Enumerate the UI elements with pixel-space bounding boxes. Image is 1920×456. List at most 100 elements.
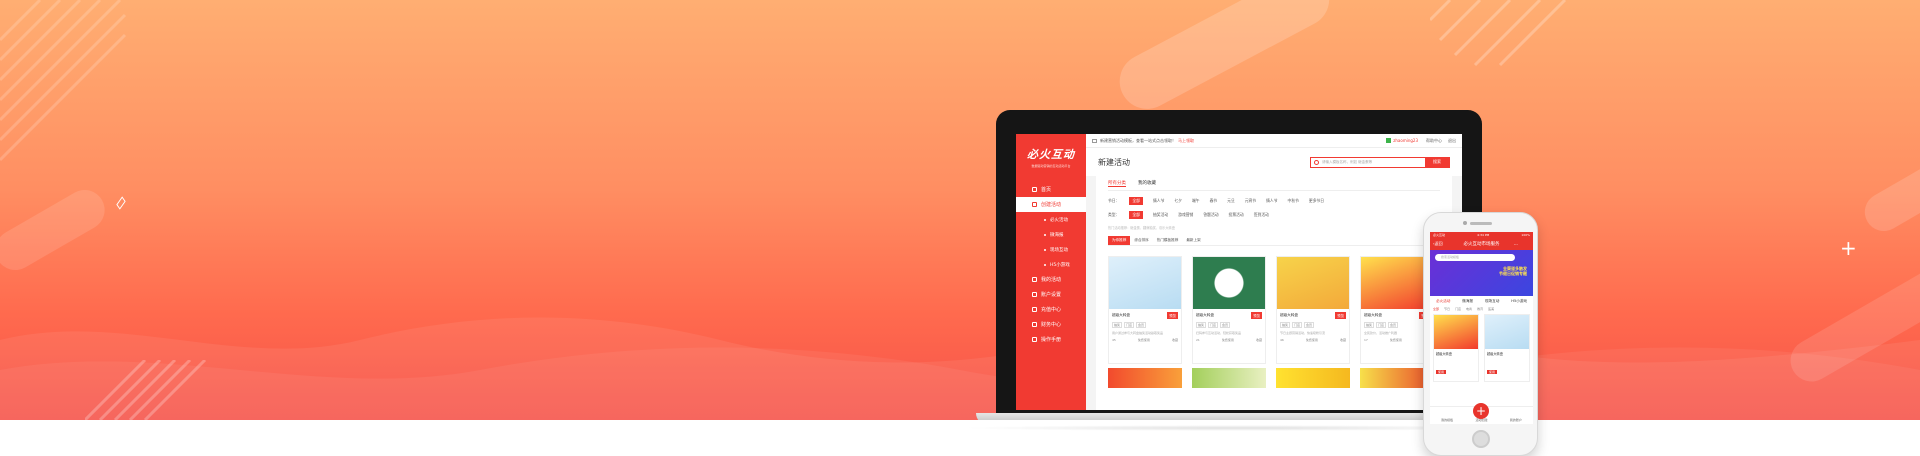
- filter-option[interactable]: 元旦: [1227, 198, 1235, 204]
- use-button[interactable]: 使用: [1436, 370, 1447, 374]
- filter-option[interactable]: 春节: [1210, 198, 1218, 204]
- filter-option[interactable]: 七夕: [1174, 198, 1182, 204]
- filter-option[interactable]: 抽奖活动: [1153, 212, 1168, 218]
- preview-button[interactable]: 预览: [1335, 312, 1346, 319]
- use-link[interactable]: 免费使用: [1222, 338, 1234, 342]
- plus-icon[interactable]: +: [1473, 403, 1489, 419]
- phone-search-input[interactable]: 搜索活动模板: [1435, 254, 1515, 261]
- list-icon: [1032, 277, 1037, 282]
- carrier-text: 必火互动: [1433, 233, 1446, 237]
- more-icon[interactable]: ···: [1514, 242, 1530, 247]
- sidebar-subitem-poster[interactable]: 微海报: [1016, 227, 1086, 242]
- preview-button[interactable]: 预览: [1167, 312, 1178, 319]
- promo-banner[interactable]: 搜索活动模板 全渠道多触发 节假日促销专题: [1430, 250, 1533, 296]
- filter-option[interactable]: 全部: [1129, 211, 1143, 219]
- filter-option[interactable]: 投票活动: [1229, 212, 1244, 218]
- sort-tab[interactable]: 综合排序: [1130, 236, 1152, 245]
- use-button[interactable]: 使用: [1487, 370, 1498, 374]
- phone-tab[interactable]: 微海报: [1462, 299, 1473, 304]
- phone-filter-option[interactable]: 教育: [1477, 307, 1483, 311]
- tabbar-account[interactable]: 我的账户: [1510, 418, 1522, 422]
- filter-option[interactable]: 元宵节: [1245, 198, 1256, 204]
- sidebar-item-finance[interactable]: 财务中心: [1016, 317, 1086, 332]
- template-card[interactable]: 超级大转盘 预览 抽奖 门店 会员 扫码参与互动活动，轻松获取奖品 21 免费使用 收藏: [1192, 256, 1266, 364]
- logout-link[interactable]: 退出: [1448, 138, 1456, 144]
- template-thumbnail[interactable]: [1192, 368, 1266, 388]
- template-name: 超级大转盘: [1280, 313, 1298, 317]
- template-thumbnail[interactable]: [1276, 368, 1350, 388]
- sidebar-item-manual[interactable]: 操作手册: [1016, 332, 1086, 347]
- user-menu[interactable]: zhaoming23: [1386, 138, 1418, 143]
- filter-option[interactable]: 情人节: [1153, 198, 1164, 204]
- filter-option[interactable]: 端午: [1192, 198, 1200, 204]
- sidebar-item-account[interactable]: 账户设置: [1016, 287, 1086, 302]
- phone-filter-option[interactable]: 节日: [1444, 307, 1450, 311]
- phone-filter-option[interactable]: 门店: [1455, 307, 1461, 311]
- phone-template-card[interactable]: 超级大转盘 使用: [1484, 314, 1530, 382]
- filter-option[interactable]: 全部: [1129, 197, 1143, 205]
- sidebar-subitem-h5[interactable]: H5小游戏: [1016, 257, 1086, 272]
- filter-option[interactable]: 签到活动: [1254, 212, 1269, 218]
- use-link[interactable]: 免费使用: [1138, 338, 1150, 342]
- favorite-link[interactable]: 收藏: [1256, 338, 1262, 342]
- favorite-link[interactable]: 收藏: [1172, 338, 1178, 342]
- template-card[interactable]: 超级大转盘 预览 抽奖 门店 会员 节日主题营销活动，快速吸粉引流 46 免费使用 收藏: [1276, 256, 1350, 364]
- search-input[interactable]: 请输入模板名称，例如 砸金蛋等: [1322, 160, 1425, 165]
- filter-option[interactable]: 中秋节: [1288, 198, 1299, 204]
- tabbar-my-templates[interactable]: 我的模板: [1441, 418, 1453, 422]
- sidebar-item-home[interactable]: 首页: [1016, 182, 1086, 197]
- sidebar-subitem-live[interactable]: 现场互动: [1016, 242, 1086, 257]
- template-name: 超级大转盘: [1436, 352, 1452, 356]
- favorite-link[interactable]: 收藏: [1340, 338, 1346, 342]
- pill-decoration: [1110, 0, 1339, 119]
- finance-icon: [1032, 322, 1037, 327]
- tab-favorites[interactable]: 我的收藏: [1138, 180, 1156, 187]
- sidebar-item-recharge[interactable]: 充值中心: [1016, 302, 1086, 317]
- filter-option[interactable]: 游戏营销: [1178, 212, 1193, 218]
- template-thumbnail[interactable]: [1108, 368, 1182, 388]
- phone-tab[interactable]: 必火活动: [1436, 299, 1450, 304]
- help-link[interactable]: 帮助中心: [1426, 138, 1442, 144]
- preview-button[interactable]: 预览: [1251, 312, 1262, 319]
- tab-all-categories[interactable]: 所有分类: [1108, 180, 1126, 187]
- template-name: 超级大转盘: [1487, 352, 1503, 356]
- use-link[interactable]: 免费使用: [1306, 338, 1318, 342]
- sidebar: 必火互动 数据驱动营销的互动活动平台 首页 创建活动 必火活动 微海报 现场互动…: [1016, 134, 1086, 410]
- notice-link[interactable]: 马上领取: [1178, 138, 1194, 143]
- sidebar-item-my-activities[interactable]: 我的活动: [1016, 272, 1086, 287]
- filter-more-dropdown[interactable]: 更多节日: [1309, 198, 1324, 204]
- template-search: 请输入模板名称，例如 砸金蛋等 搜索: [1310, 156, 1450, 168]
- back-button[interactable]: ‹返回: [1433, 241, 1449, 247]
- tag: 会员: [1304, 322, 1315, 328]
- template-card[interactable]: 超级大转盘 预览 抽奖 门店 会员 用户通过参与大转盘抽奖活动赢取奖品 45 免费使用 收…: [1108, 256, 1182, 364]
- phone-tab[interactable]: 现场互动: [1485, 299, 1499, 304]
- sidebar-item-create[interactable]: 创建活动: [1016, 197, 1086, 212]
- tag: 门店: [1208, 322, 1219, 328]
- top-bar: 新建营销活动模板，查看一站式点击领取！ 马上领取 zhaoming23 帮助中心 …: [1086, 134, 1462, 148]
- phone-filter-option[interactable]: 医美: [1488, 307, 1494, 311]
- hero-banner: + 必火互动 数据驱动营销的互动活动平台 首页 创建活动 必火活动 微海报 现场…: [0, 0, 1920, 420]
- recommend-hint: 热门活动推荐：砸金蛋、翻牌抽奖、欢乐大转盘: [1108, 226, 1175, 230]
- phone-filter-option[interactable]: 电商: [1466, 307, 1472, 311]
- sidebar-subitem-bihuo[interactable]: 必火活动: [1016, 212, 1086, 227]
- phone-filter-option[interactable]: 全部: [1433, 307, 1439, 311]
- tag: 门店: [1292, 322, 1303, 328]
- type-filter: 类型： 全部 抽奖活动 游戏营销 答题活动 投票活动 签到活动: [1108, 211, 1440, 219]
- bullet-icon: [1044, 263, 1046, 266]
- use-link[interactable]: 免费使用: [1390, 338, 1402, 342]
- filter-option[interactable]: 情人节: [1266, 198, 1277, 204]
- sort-tab[interactable]: 为你推荐: [1108, 236, 1131, 245]
- sort-tab[interactable]: 热门模板推荐: [1153, 236, 1183, 245]
- filter-option[interactable]: 答题活动: [1203, 212, 1218, 218]
- template-thumbnail: [1277, 257, 1349, 309]
- notice-icon: [1092, 138, 1097, 143]
- phone-tab[interactable]: H5小游戏: [1511, 299, 1527, 304]
- home-button[interactable]: [1472, 430, 1490, 448]
- phone-template-card[interactable]: 超级大转盘 使用: [1433, 314, 1479, 382]
- template-name: 超级大转盘: [1112, 313, 1130, 317]
- search-button[interactable]: 搜索: [1425, 156, 1449, 168]
- filter-label: 节日：: [1108, 198, 1120, 203]
- wechat-icon: [1386, 138, 1392, 143]
- phone-tabs: 必火活动 微海报 现场互动 H5小游戏: [1430, 296, 1533, 307]
- sort-tab[interactable]: 最新上架: [1182, 236, 1204, 245]
